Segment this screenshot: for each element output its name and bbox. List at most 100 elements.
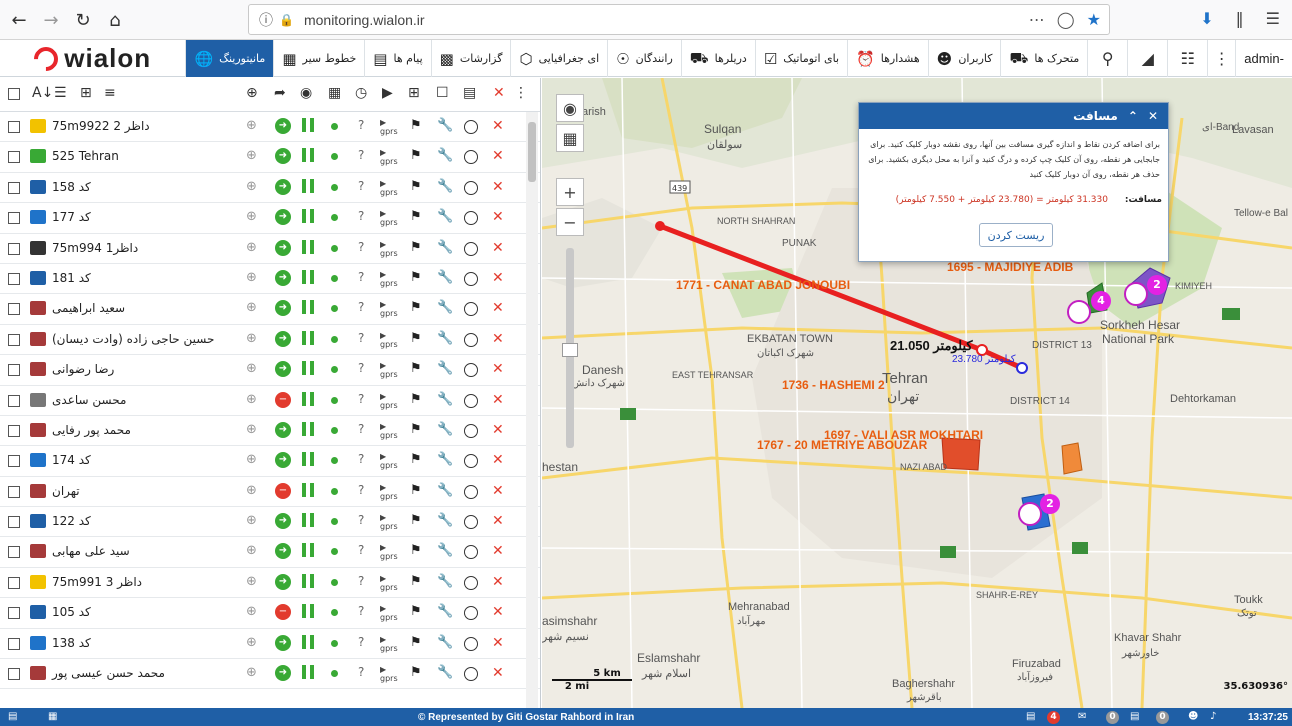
address-bar[interactable]: ⓘ 🔒 monitoring.wialon.ir ⋯ ◯ ★ bbox=[248, 4, 1110, 35]
motion-state-icon[interactable] bbox=[302, 209, 314, 224]
remove-unit-icon[interactable]: ✕ bbox=[492, 513, 504, 529]
gprs-icon[interactable]: ▶ gprs bbox=[380, 270, 398, 288]
wrench-icon[interactable]: 🔧 bbox=[437, 452, 453, 467]
clock-icon[interactable] bbox=[464, 211, 478, 226]
remove-unit-icon[interactable]: ✕ bbox=[492, 118, 504, 134]
clock-icon[interactable] bbox=[464, 332, 478, 347]
motion-state-icon[interactable] bbox=[302, 421, 314, 436]
unit-row[interactable]: 105 کد ⊕ − ? ▶ gprs ⚑ 🔧 ✕ bbox=[0, 598, 540, 629]
unit-checkbox[interactable] bbox=[8, 516, 20, 529]
motion-state-icon[interactable] bbox=[302, 391, 314, 406]
wrench-icon[interactable]: 🔧 bbox=[437, 392, 453, 407]
sort-az-icon[interactable]: A↓ bbox=[32, 85, 53, 101]
motion-state-icon[interactable] bbox=[302, 300, 314, 315]
motion-state-icon[interactable] bbox=[302, 239, 314, 254]
flag-icon[interactable]: ⚑ bbox=[410, 635, 422, 650]
wrench-icon[interactable]: 🔧 bbox=[437, 665, 453, 680]
flag-icon[interactable]: ⚑ bbox=[410, 148, 422, 163]
poi-marker[interactable] bbox=[1124, 282, 1148, 306]
unit-checkbox[interactable] bbox=[8, 394, 20, 407]
remove-all-icon[interactable]: ✕ bbox=[493, 85, 505, 101]
motion-state-icon[interactable] bbox=[302, 452, 314, 467]
unit-name[interactable]: 181 کد bbox=[52, 271, 91, 285]
time-header-icon[interactable]: ◷ bbox=[355, 85, 367, 101]
messages-icon[interactable]: ▤ bbox=[1130, 711, 1139, 722]
last-message-icon[interactable]: ? bbox=[358, 209, 364, 223]
remove-unit-icon[interactable]: ✕ bbox=[492, 361, 504, 377]
last-message-icon[interactable]: ? bbox=[358, 331, 364, 345]
command-header-icon[interactable]: ☐ bbox=[436, 85, 449, 101]
unit-name[interactable]: سعید ابراهیمی bbox=[52, 301, 125, 315]
collapse-icon[interactable]: ⌃ bbox=[1128, 109, 1138, 123]
remove-unit-icon[interactable]: ✕ bbox=[492, 422, 504, 438]
wrench-icon[interactable]: 🔧 bbox=[437, 361, 453, 376]
flag-icon[interactable]: ⚑ bbox=[410, 331, 422, 346]
tab-geofences[interactable]: ⬡ ای جغرافیایی bbox=[510, 40, 607, 77]
unit-checkbox[interactable] bbox=[8, 272, 20, 285]
page-actions-icon[interactable]: ⋯ bbox=[1029, 10, 1045, 29]
gprs-icon[interactable]: ▶ gprs bbox=[380, 665, 398, 683]
unit-name[interactable]: سید علی مهابی bbox=[52, 544, 130, 558]
motion-state-icon[interactable] bbox=[302, 482, 314, 497]
gprs-icon[interactable]: ▶ gprs bbox=[380, 635, 398, 653]
geofence-label[interactable]: 1736 - HASHEMI 2 bbox=[782, 378, 885, 392]
unit-row[interactable]: 174 کد ⊕ ➜ ? ▶ gprs ⚑ 🔧 ✕ bbox=[0, 446, 540, 477]
video-header-icon[interactable]: ▶ bbox=[382, 85, 393, 101]
wrench-icon[interactable]: 🔧 bbox=[437, 331, 453, 346]
remove-unit-icon[interactable]: ✕ bbox=[492, 543, 504, 559]
unit-row[interactable]: تهران ⊕ − ? ▶ gprs ⚑ 🔧 ✕ bbox=[0, 477, 540, 508]
unit-row[interactable]: 177 کد ⊕ ➜ ? ▶ gprs ⚑ 🔧 ✕ bbox=[0, 203, 540, 234]
unit-checkbox[interactable] bbox=[8, 424, 20, 437]
unit-checkbox[interactable] bbox=[8, 485, 20, 498]
gprs-icon[interactable]: ▶ gprs bbox=[380, 513, 398, 531]
gprs-icon[interactable]: ▶ gprs bbox=[380, 118, 398, 136]
close-icon[interactable]: ✕ bbox=[1148, 109, 1158, 123]
tab-monitoring[interactable]: 🌐 مانیتورینگ bbox=[185, 40, 274, 77]
clock-icon[interactable] bbox=[464, 636, 478, 651]
flag-icon[interactable]: ⚑ bbox=[410, 422, 422, 437]
remove-unit-icon[interactable]: ✕ bbox=[492, 483, 504, 499]
last-message-icon[interactable]: ? bbox=[358, 604, 364, 618]
list-scrollbar[interactable] bbox=[526, 112, 538, 708]
last-message-icon[interactable]: ? bbox=[358, 118, 364, 132]
gprs-icon[interactable]: ▶ gprs bbox=[380, 300, 398, 318]
moving-direction-icon[interactable]: ➜ bbox=[275, 330, 291, 347]
geofence-label[interactable]: 1771 - CANAT ABAD JONOUBI bbox=[676, 278, 850, 292]
unit-checkbox[interactable] bbox=[8, 364, 20, 377]
stopped-icon[interactable]: − bbox=[275, 604, 291, 621]
locate-icon[interactable]: ⊕ bbox=[246, 513, 257, 528]
remove-unit-icon[interactable]: ✕ bbox=[492, 240, 504, 256]
wrench-icon[interactable]: 🔧 bbox=[437, 118, 453, 133]
unit-row[interactable]: محمد حسن عیسی پور ⊕ ➜ ? ▶ gprs ⚑ 🔧 ✕ bbox=[0, 659, 540, 690]
clock-icon[interactable] bbox=[464, 241, 478, 256]
unit-row[interactable]: رضا رضوانی ⊕ ➜ ? ▶ gprs ⚑ 🔧 ✕ bbox=[0, 355, 540, 386]
flag-icon[interactable]: ⚑ bbox=[410, 604, 422, 619]
gprs-icon[interactable]: ▶ gprs bbox=[380, 209, 398, 227]
unit-name[interactable]: حسین حاجی زاده (وادت دیسان) bbox=[52, 332, 214, 346]
unit-checkbox[interactable] bbox=[8, 181, 20, 194]
moving-direction-icon[interactable]: ➜ bbox=[275, 239, 291, 256]
unit-name[interactable]: محمد حسن عیسی پور bbox=[52, 666, 165, 680]
wrench-icon[interactable]: 🔧 bbox=[437, 148, 453, 163]
unit-checkbox[interactable] bbox=[8, 333, 20, 346]
unit-name[interactable]: 177 کد bbox=[52, 210, 91, 224]
unit-name[interactable]: 158 کد bbox=[52, 180, 91, 194]
gprs-icon[interactable]: ▶ gprs bbox=[380, 574, 398, 592]
last-message-icon[interactable]: ? bbox=[358, 452, 364, 466]
motion-state-icon[interactable] bbox=[302, 330, 314, 345]
unit-checkbox[interactable] bbox=[8, 637, 20, 650]
motion-state-icon[interactable] bbox=[302, 604, 314, 619]
last-message-icon[interactable]: ? bbox=[358, 574, 364, 588]
report-header-icon[interactable]: ▤ bbox=[463, 85, 476, 101]
unit-name[interactable]: 75m991 داظر 3 bbox=[52, 575, 142, 589]
locate-icon[interactable]: ⊕ bbox=[246, 240, 257, 255]
connection-header-icon[interactable]: ▦ bbox=[328, 85, 341, 101]
gprs-icon[interactable]: ▶ gprs bbox=[380, 361, 398, 379]
unit-checkbox[interactable] bbox=[8, 576, 20, 589]
locate-icon[interactable]: ⊕ bbox=[246, 483, 257, 498]
locate-icon[interactable]: ⊕ bbox=[246, 604, 257, 619]
wrench-icon[interactable]: 🔧 bbox=[437, 179, 453, 194]
locate-icon[interactable]: ⊕ bbox=[246, 392, 257, 407]
wrench-icon[interactable]: 🔧 bbox=[437, 240, 453, 255]
more-vertical-icon[interactable]: ⋮ bbox=[1207, 39, 1235, 77]
